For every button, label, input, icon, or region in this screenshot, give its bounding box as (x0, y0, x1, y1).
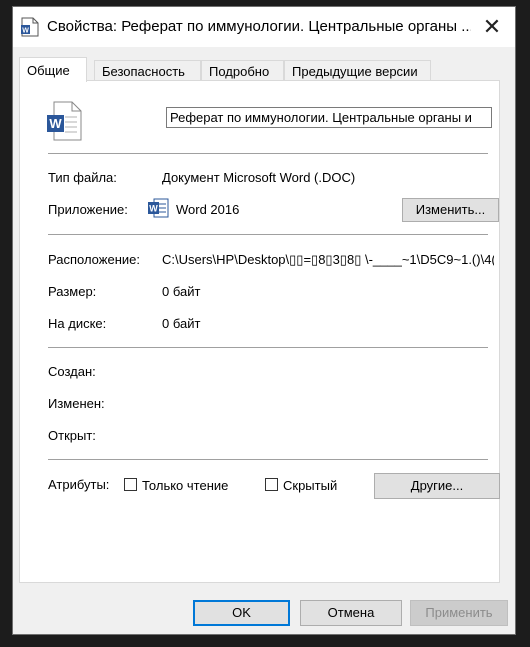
word-document-icon: W (47, 101, 82, 141)
hidden-label[interactable]: Скрытый (283, 478, 337, 493)
app-label: Приложение: (48, 202, 128, 217)
file-type-label: Тип файла: (48, 170, 117, 185)
separator (48, 347, 488, 348)
change-app-button[interactable]: Изменить... (402, 198, 499, 222)
separator (48, 153, 488, 154)
size-value: 0 байт (162, 284, 201, 299)
size-label: Размер: (48, 284, 97, 299)
modified-label: Изменен: (48, 396, 105, 411)
location-label: Расположение: (48, 252, 140, 267)
title-bar[interactable]: W Свойства: Реферат по иммунологии. Цент… (13, 7, 515, 47)
app-value: Word 2016 (176, 202, 240, 217)
word-app-icon-letter: W (149, 204, 158, 214)
attributes-label: Атрибуты: (48, 477, 110, 492)
separator (48, 459, 488, 460)
readonly-checkbox[interactable] (124, 478, 137, 491)
word-icon-letter: W (49, 116, 62, 131)
file-type-value: Документ Microsoft Word (.DOC) (162, 170, 356, 185)
readonly-label[interactable]: Только чтение (142, 478, 228, 493)
tab-security[interactable]: Безопасность (94, 60, 201, 81)
file-name-input[interactable]: Реферат по иммунологии. Центральные орга… (166, 107, 492, 128)
title-icon-letter: W (22, 28, 29, 35)
ok-button[interactable]: OK (193, 600, 290, 626)
close-icon[interactable]: ✕ (469, 7, 515, 47)
document-icon: W (21, 17, 39, 37)
properties-window: W Свойства: Реферат по иммунологии. Цент… (12, 6, 516, 635)
cancel-button[interactable]: Отмена (300, 600, 402, 626)
opened-label: Открыт: (48, 428, 96, 443)
tab-general[interactable]: Общие (19, 57, 87, 82)
disk-size-value: 0 байт (162, 316, 201, 331)
apply-button[interactable]: Применить (410, 600, 508, 626)
location-value: C:\Users\HP\Desktop\▯▯=▯8▯3▯8▯ \-____~1\… (162, 252, 494, 267)
hidden-checkbox[interactable] (265, 478, 278, 491)
disk-size-label: На диске: (48, 316, 107, 331)
separator (48, 234, 488, 235)
window-title: Свойства: Реферат по иммунологии. Центра… (47, 18, 471, 35)
other-attributes-button[interactable]: Другие... (374, 473, 500, 499)
created-label: Создан: (48, 364, 96, 379)
general-panel: W Реферат по иммунологии. Центральные ор… (19, 80, 500, 583)
word-app-icon: W (148, 198, 169, 218)
tab-details[interactable]: Подробно (201, 60, 284, 81)
tab-previous-versions[interactable]: Предыдущие версии (284, 60, 431, 81)
